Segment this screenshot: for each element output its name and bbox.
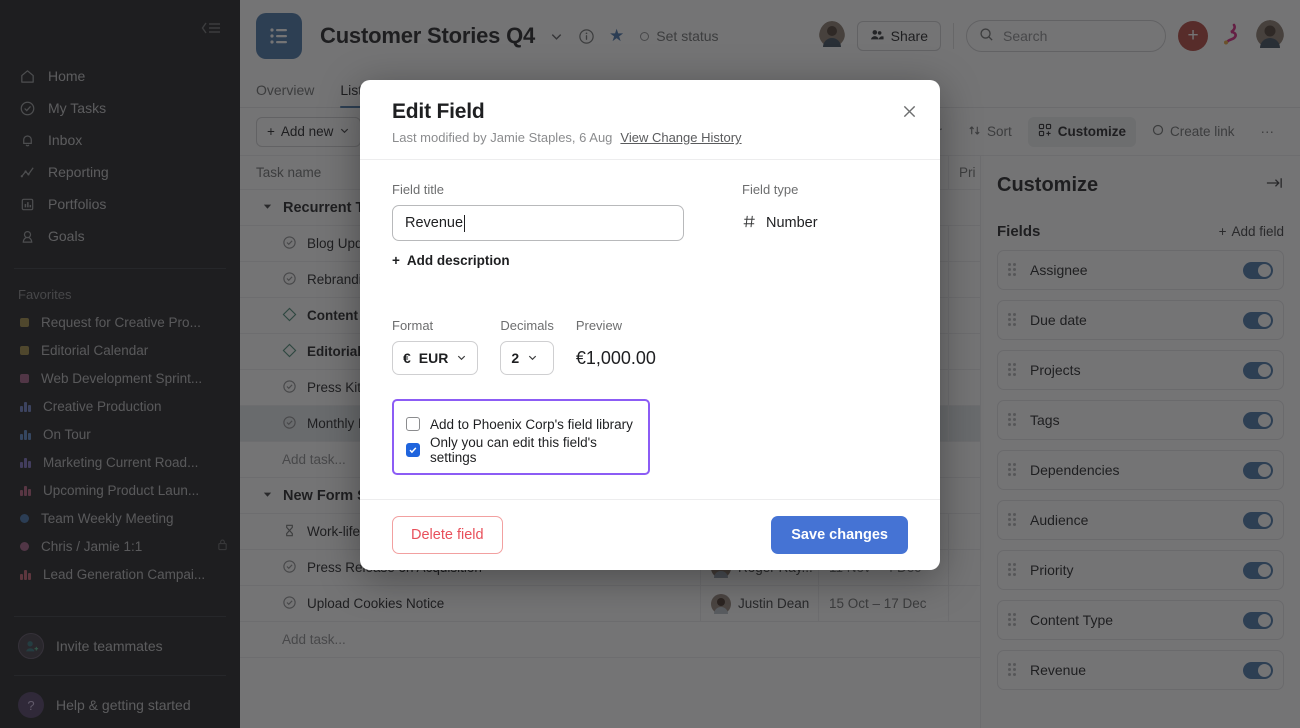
plus-icon: + [392,253,400,268]
text-caret [464,214,466,232]
close-icon[interactable] [896,98,922,124]
delete-field-button[interactable]: Delete field [392,516,503,554]
checkbox-row-only-you-edit[interactable]: Only you can edit this field's settings [406,435,636,465]
app-root: Home My Tasks Inbox Reporting [0,0,1300,728]
decimals-group: Decimals 2 [500,318,554,375]
add-description-label: Add description [406,253,510,268]
preview-value: €1,000.00 [575,347,656,368]
checkbox-label: Only you can edit this field's settings [430,435,597,465]
decimals-value: 2 [511,350,520,366]
format-label: Format [392,318,434,333]
last-modified-text: Last modified by Jamie Staples, 6 Aug [392,130,613,145]
modal-header: Edit Field Last modified by Jamie Staple… [360,80,940,160]
modal-body: Field title Revenue + Add description Fi… [360,160,940,499]
add-description-button[interactable]: + Add description [392,253,684,268]
checkbox-label: Add to Phoenix Corp's field library [430,416,633,432]
format-select[interactable]: € EUR [392,341,479,375]
modal-title: Edit Field [392,100,485,123]
modal-subtitle: Last modified by Jamie Staples, 6 Aug Vi… [392,130,916,145]
preview-group: Preview €1,000.00 [576,318,656,375]
chevron-down-icon [456,350,467,366]
preview-label: Preview [575,318,623,333]
field-title-group: Field title Revenue + Add description [392,182,684,268]
view-change-history-link[interactable]: View Change History [620,130,741,145]
save-changes-button[interactable]: Save changes [771,516,908,554]
checkbox-checked-icon[interactable] [406,443,420,457]
field-type-label: Field type [742,182,799,197]
field-title-label: Field title [392,182,445,197]
euro-symbol-icon: € [403,350,411,366]
field-title-input[interactable]: Revenue [392,205,684,241]
format-group: Format € EUR [392,318,479,375]
decimals-label: Decimals [500,318,554,333]
checkbox-row-field-library[interactable]: Add to Phoenix Corp's field library [406,411,636,437]
edit-field-modal: Edit Field Last modified by Jamie Staple… [360,80,940,570]
modal-footer: Delete field Save changes [360,499,940,570]
field-options-highlight-box: Add to Phoenix Corp's field library Only… [392,399,650,475]
field-type-value: Number [766,215,818,231]
format-row: Format € EUR Decimals 2 Preview €1,000.0… [392,318,908,375]
field-type-group: Field type Number [742,182,818,268]
field-title-type-row: Field title Revenue + Add description Fi… [392,182,908,268]
chevron-down-icon [527,350,538,366]
format-value: EUR [418,350,449,366]
field-type-value-row: Number [742,205,818,241]
number-hash-icon [742,214,757,233]
field-title-value: Revenue [405,215,464,231]
checkbox-unchecked-icon[interactable] [406,417,420,431]
decimals-select[interactable]: 2 [500,341,554,375]
